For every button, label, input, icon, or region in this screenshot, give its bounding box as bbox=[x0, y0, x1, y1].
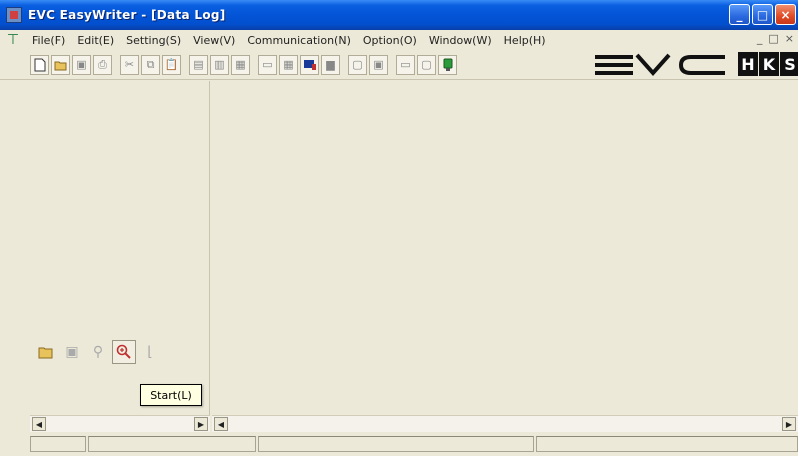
scroll-left-arrow-icon[interactable]: ◀ bbox=[32, 417, 46, 431]
menu-communication[interactable]: Communication(N) bbox=[241, 34, 357, 47]
connect-icon[interactable] bbox=[438, 54, 457, 75]
screen-icon-4[interactable]: ▢ bbox=[417, 54, 436, 75]
grid-icon[interactable]: ▦ bbox=[279, 54, 298, 75]
status-bar bbox=[30, 434, 798, 454]
hks-logo: H K S bbox=[738, 52, 798, 78]
left-horizontal-scrollbar[interactable]: ◀ ▶ bbox=[30, 415, 210, 432]
screen-icon-3[interactable]: ▭ bbox=[396, 54, 415, 75]
new-file-icon[interactable] bbox=[30, 54, 49, 75]
paste-icon[interactable]: 📋 bbox=[162, 54, 181, 75]
scroll-left-arrow-icon[interactable]: ◀ bbox=[214, 417, 228, 431]
save-icon[interactable]: ▣ bbox=[72, 54, 91, 75]
screen-icon-2[interactable]: ▣ bbox=[369, 54, 388, 75]
menu-bar: ⊤ File(F) Edit(E) Setting(S) View(V) Com… bbox=[0, 30, 798, 50]
data-log-area[interactable] bbox=[212, 81, 798, 415]
menu-file[interactable]: File(F) bbox=[26, 34, 71, 47]
menu-window[interactable]: Window(W) bbox=[423, 34, 498, 47]
blank-tool-icon[interactable]: ⌊ bbox=[138, 340, 162, 364]
menu-edit[interactable]: Edit(E) bbox=[71, 34, 120, 47]
graph-icon-3[interactable]: ▦ bbox=[231, 54, 250, 75]
left-toolbar: ▣ ⚲ ⌊ bbox=[34, 340, 162, 364]
evc-logo bbox=[595, 53, 735, 77]
status-pane-4 bbox=[536, 436, 798, 452]
window-title: EVC EasyWriter - [Data Log] bbox=[28, 8, 226, 22]
graph-icon-2[interactable]: ▥ bbox=[210, 54, 229, 75]
minimize-button[interactable]: _ bbox=[729, 4, 750, 25]
copy-icon[interactable]: ⧉ bbox=[141, 54, 160, 75]
mdi-controls: _ □ × bbox=[757, 32, 794, 45]
hks-letter-k: K bbox=[759, 52, 779, 76]
status-pane-3 bbox=[258, 436, 534, 452]
open-folder-icon[interactable] bbox=[34, 340, 58, 364]
search-icon[interactable]: ⚲ bbox=[86, 340, 110, 364]
window-controls: _ □ × bbox=[729, 4, 796, 25]
status-pane-2 bbox=[88, 436, 256, 452]
mdi-close-button[interactable]: × bbox=[785, 32, 794, 45]
hks-letter-s: S bbox=[780, 52, 798, 76]
scroll-right-arrow-icon[interactable]: ▶ bbox=[782, 417, 796, 431]
print-icon[interactable]: ⎙ bbox=[93, 54, 112, 75]
menu-help[interactable]: Help(H) bbox=[498, 34, 552, 47]
title-bar[interactable]: EVC EasyWriter - [Data Log] _ □ × bbox=[0, 0, 798, 30]
menu-option[interactable]: Option(O) bbox=[357, 34, 423, 47]
mdi-restore-button[interactable]: □ bbox=[768, 32, 778, 45]
close-button[interactable]: × bbox=[775, 4, 796, 25]
window-icon[interactable]: ▭ bbox=[258, 54, 277, 75]
zoom-in-icon[interactable] bbox=[112, 340, 136, 364]
app-icon[interactable] bbox=[6, 7, 22, 23]
hks-letter-h: H bbox=[738, 52, 758, 76]
graph-icon-1[interactable]: ▤ bbox=[189, 54, 208, 75]
status-pane-1 bbox=[30, 436, 86, 452]
save-icon[interactable]: ▣ bbox=[60, 340, 84, 364]
left-panel bbox=[30, 81, 210, 415]
document-icon[interactable]: ⊤ bbox=[4, 32, 22, 48]
cut-icon[interactable]: ✂ bbox=[120, 54, 139, 75]
chart-icon[interactable]: ▆ bbox=[321, 54, 340, 75]
menu-view[interactable]: View(V) bbox=[187, 34, 241, 47]
scroll-right-arrow-icon[interactable]: ▶ bbox=[194, 417, 208, 431]
start-tooltip: Start(L) bbox=[140, 384, 202, 406]
open-folder-icon[interactable] bbox=[51, 54, 70, 75]
screen-icon-1[interactable]: ▢ bbox=[348, 54, 367, 75]
menu-setting[interactable]: Setting(S) bbox=[120, 34, 187, 47]
maximize-button[interactable]: □ bbox=[752, 4, 773, 25]
monitor-icon[interactable] bbox=[300, 54, 319, 75]
mdi-minimize-button[interactable]: _ bbox=[757, 32, 763, 45]
main-horizontal-scrollbar[interactable]: ◀ ▶ bbox=[212, 415, 798, 432]
